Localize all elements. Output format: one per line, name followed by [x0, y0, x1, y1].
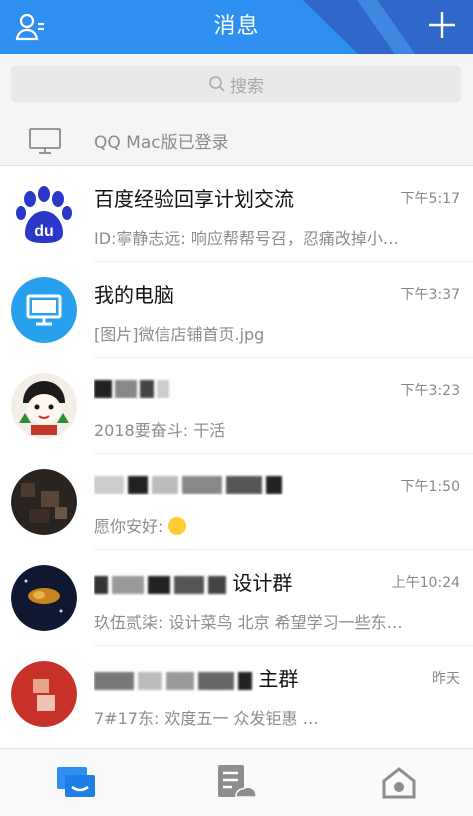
space-tab-icon[interactable]: [378, 763, 420, 803]
monitor-icon: [29, 127, 61, 154]
plus-icon[interactable]: [427, 10, 457, 40]
conversation-time: 上午10:24: [391, 575, 460, 591]
computer-avatar: [11, 277, 77, 343]
conversation-preview: 玖伍贰柒: 设计菜鸟 北京 希望学习一些东…: [94, 613, 403, 632]
cartoon-avatar: [11, 373, 77, 439]
space-avatar: [11, 565, 77, 631]
search-input[interactable]: 搜索: [11, 66, 461, 102]
conversation-item[interactable]: 主群 昨天 7#17东: 欢度五一 众发钜惠 …: [0, 646, 473, 742]
conversation-preview: 7#17东: 欢度五一 众发钜惠 …: [94, 709, 319, 728]
conversation-name: 百度经验回享计划交流: [94, 187, 294, 211]
conversation-item[interactable]: 下午3:23 2018要奋斗: 干活: [0, 358, 473, 454]
conversation-time: 下午3:37: [400, 287, 460, 303]
conversation-time: 昨天: [432, 671, 460, 687]
login-notice-text: QQ Mac版已登录: [94, 133, 229, 153]
conversation-preview: 2018要奋斗: 干活: [94, 421, 226, 440]
conversation-time: 下午5:17: [400, 191, 460, 207]
search-section: 搜索: [0, 54, 473, 116]
red-avatar: [11, 661, 77, 727]
bottom-tab-bar: [0, 748, 473, 816]
conversation-preview: ID:寧静志远: 响应帮帮号召，忍痛改掉小…: [94, 229, 399, 248]
conversation-time: 下午1:50: [400, 479, 460, 495]
conversation-name: 主群: [94, 663, 384, 692]
top-bar: 消息: [0, 0, 473, 54]
baidu-paw-avatar: du: [11, 181, 77, 247]
search-icon: [209, 76, 225, 92]
contacts-icon[interactable]: [14, 11, 46, 43]
conversation-item[interactable]: 我的电脑 下午3:37 [图片]微信店铺首页.jpg: [0, 262, 473, 358]
conversation-name: 设计群: [94, 567, 384, 596]
page-title: 消息: [213, 14, 260, 39]
conversation-preview: [图片]微信店铺首页.jpg: [94, 325, 265, 344]
conversation-name-redacted: [94, 375, 384, 399]
conversation-item[interactable]: du 百度经验回享计划交流 下午5:17 ID:寧静志远: 响应帮帮号召，忍痛改…: [0, 166, 473, 262]
dark-avatar: [11, 469, 77, 535]
conversation-preview: 愿你安好:: [94, 513, 444, 537]
svg-text:du: du: [34, 223, 54, 240]
conversation-item[interactable]: 下午1:50 愿你安好:: [0, 454, 473, 550]
conversation-list: du 百度经验回享计划交流 下午5:17 ID:寧静志远: 响应帮帮号召，忍痛改…: [0, 166, 473, 742]
conversation-time: 下午3:23: [400, 383, 460, 399]
login-notice[interactable]: QQ Mac版已登录: [0, 116, 473, 166]
search-placeholder: 搜索: [230, 76, 264, 97]
conversation-name-redacted: [94, 471, 384, 495]
docs-tab-icon[interactable]: [214, 763, 257, 803]
conversation-name: 我的电脑: [94, 283, 174, 307]
emoji-icon: [168, 517, 187, 535]
messages-tab-icon[interactable]: [55, 763, 97, 803]
conversation-item[interactable]: 设计群 上午10:24 玖伍贰柒: 设计菜鸟 北京 希望学习一些东…: [0, 550, 473, 646]
